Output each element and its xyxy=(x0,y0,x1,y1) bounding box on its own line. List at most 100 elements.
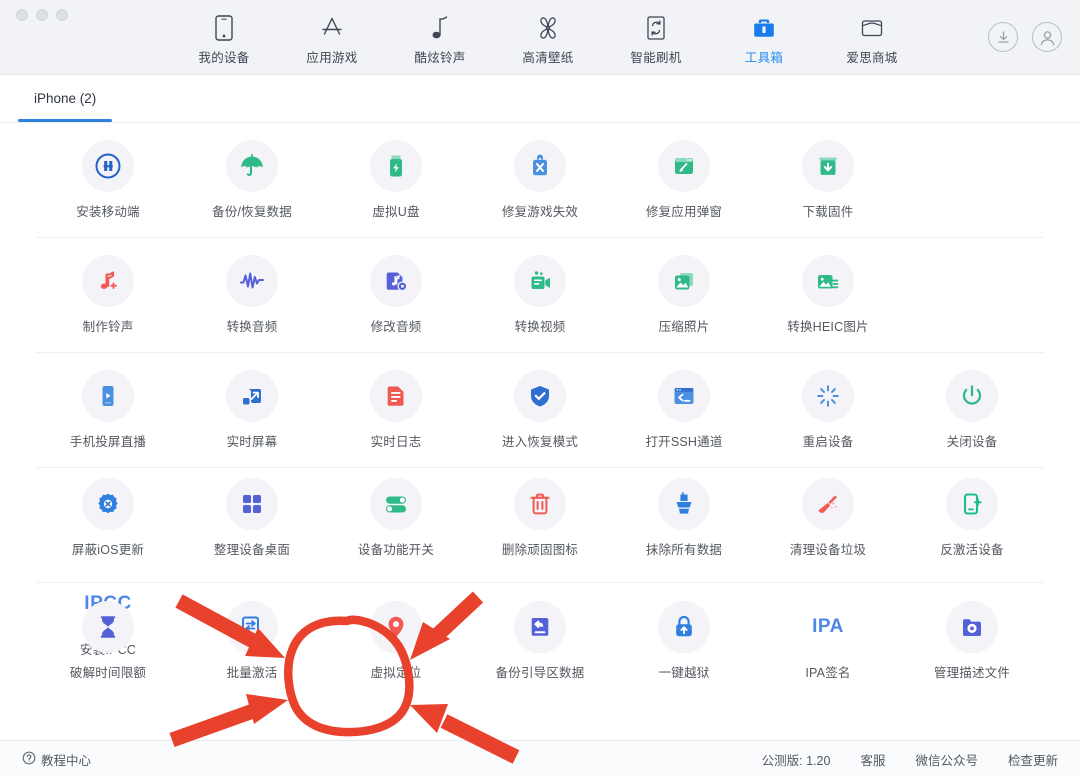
tool-compress-photo[interactable]: 压缩照片 xyxy=(612,245,756,345)
device-tab-bar: iPhone (2) xyxy=(0,75,1080,123)
tool-label: 修改音频 xyxy=(370,320,422,334)
nav-item-my-device[interactable]: 我的设备 xyxy=(170,0,278,75)
deactivate-phone-icon xyxy=(946,478,998,530)
popup-repair-icon xyxy=(658,140,710,192)
tool-realtime-log[interactable]: 实时日志 xyxy=(324,360,468,460)
tool-label: 虚拟定位 xyxy=(370,665,422,680)
tool-label: 批量激活 xyxy=(226,665,278,680)
tool-make-ringtone[interactable]: 制作铃声 xyxy=(36,245,180,345)
firmware-download-icon xyxy=(802,140,854,192)
tool-backup-restore[interactable]: 备份/恢复数据 xyxy=(180,130,324,230)
nav-item-wallpapers[interactable]: 高清壁纸 xyxy=(494,0,602,75)
tool-power-off-device[interactable]: 关闭设备 xyxy=(900,360,1044,460)
nav-item-ringtones[interactable]: 酷炫铃声 xyxy=(386,0,494,75)
top-nav-items: 我的设备 应用游戏 酷炫铃声 高清壁纸 智能刷机 工具箱 爱思商城 xyxy=(170,0,926,75)
tool-block-ios-update[interactable]: 屏蔽iOS更新 xyxy=(36,468,180,568)
tool-label: 转换视频 xyxy=(514,320,566,334)
tool-fix-app-popup[interactable]: 修复应用弹窗 xyxy=(612,130,756,230)
block-update-gear-icon xyxy=(82,478,134,530)
app-window: 我的设备 应用游戏 酷炫铃声 高清壁纸 智能刷机 工具箱 爱思商城 iPhone… xyxy=(0,0,1080,777)
tool-convert-video[interactable]: 转换视频 xyxy=(468,245,612,345)
tool-manage-profiles[interactable]: 管理描述文件 xyxy=(900,591,1044,691)
tool-enter-recovery-mode[interactable]: 进入恢复模式 xyxy=(468,360,612,460)
tool-one-click-jailbreak[interactable]: 一键越狱 xyxy=(612,591,756,691)
waveform-icon xyxy=(226,255,278,307)
tool-download-firmware[interactable]: 下载固件 xyxy=(756,130,900,230)
tool-virtual-udisk[interactable]: 虚拟U盘 xyxy=(324,130,468,230)
footer-right-links: 公测版: 1.20 客服 微信公众号 检查更新 xyxy=(762,750,1058,769)
ipa-text-icon: IPA xyxy=(812,615,844,637)
flower-icon xyxy=(533,13,563,43)
window-close-button[interactable] xyxy=(16,9,28,21)
nav-item-flash-device[interactable]: 智能刷机 xyxy=(602,0,710,75)
download-icon[interactable] xyxy=(988,22,1018,52)
tool-row: 屏蔽iOS更新 整理设备桌面 设备功能开关 删除顽固图标 抹除所有数据 清理设备… xyxy=(36,468,1044,657)
grid-squares-icon xyxy=(226,478,278,530)
batch-activate-icon xyxy=(226,600,278,653)
tool-convert-audio[interactable]: 转换音频 xyxy=(180,245,324,345)
tool-label: 修复应用弹窗 xyxy=(645,205,723,219)
nav-item-toolbox[interactable]: 工具箱 xyxy=(710,0,818,75)
tool-deactivate-device[interactable]: 反激活设备 xyxy=(900,468,1044,568)
tool-label: 破解时间限额 xyxy=(69,665,147,680)
top-navigation-bar: 我的设备 应用游戏 酷炫铃声 高清壁纸 智能刷机 工具箱 爱思商城 xyxy=(0,0,1080,75)
tool-convert-heic[interactable]: 转换HEIC图片 xyxy=(756,245,900,345)
window-minimize-button[interactable] xyxy=(36,9,48,21)
tool-label: 安装移动端 xyxy=(76,205,140,219)
tool-organize-home-screen[interactable]: 整理设备桌面 xyxy=(180,468,324,568)
tool-label: 设备功能开关 xyxy=(357,543,435,557)
tool-label: 清理设备垃圾 xyxy=(789,543,867,557)
tool-batch-activate[interactable]: 批量激活 xyxy=(180,591,324,691)
tool-backup-boot-data[interactable]: 备份引导区数据 xyxy=(468,591,612,691)
tool-virtual-location[interactable]: 虚拟定位 xyxy=(324,591,468,691)
aisi-logo-icon xyxy=(82,140,134,192)
tool-fix-game-failure[interactable]: 修复游戏失效 xyxy=(468,130,612,230)
tool-ipa-signature[interactable]: IPA IPA签名 xyxy=(756,591,900,691)
nav-label: 工具箱 xyxy=(744,51,784,65)
hourglass-icon xyxy=(82,600,134,653)
log-file-icon xyxy=(370,370,422,422)
tool-row: 制作铃声 转换音频 修改音频 转换视频 压缩照片 转换HEIC图片 xyxy=(36,238,1044,353)
tool-device-feature-switch[interactable]: 设备功能开关 xyxy=(324,468,468,568)
tool-label: 转换HEIC图片 xyxy=(787,320,869,334)
tool-label: IPA签名 xyxy=(805,665,851,680)
tool-restart-device[interactable]: 重启设备 xyxy=(756,360,900,460)
appstore-icon xyxy=(317,13,347,43)
tool-label: 下载固件 xyxy=(802,205,854,219)
tool-label: 手机投屏直播 xyxy=(69,435,147,449)
tool-label: 一键越狱 xyxy=(658,665,710,680)
power-off-icon xyxy=(946,370,998,422)
tool-label: 抹除所有数据 xyxy=(645,543,723,557)
tool-open-ssh-channel[interactable]: 打开SSH通道 xyxy=(612,360,756,460)
nav-item-apps-games[interactable]: 应用游戏 xyxy=(278,0,386,75)
nav-label: 智能刷机 xyxy=(630,51,682,65)
check-update-link[interactable]: 检查更新 xyxy=(1008,750,1058,769)
tool-label: 重启设备 xyxy=(802,435,854,449)
window-maximize-button[interactable] xyxy=(56,9,68,21)
tool-erase-all-data[interactable]: 抹除所有数据 xyxy=(612,468,756,568)
tool-crack-time-limit[interactable]: 破解时间限额 xyxy=(36,591,180,691)
music-note-icon xyxy=(425,13,455,43)
tool-label: 修复游戏失效 xyxy=(501,205,579,219)
device-tab-iphone[interactable]: iPhone (2) xyxy=(18,75,113,122)
wechat-official-account-link[interactable]: 微信公众号 xyxy=(915,750,978,769)
tool-realtime-screen[interactable]: 实时屏幕 xyxy=(180,360,324,460)
topbar-right-actions xyxy=(988,22,1062,52)
tool-screen-cast-live[interactable]: 手机投屏直播 xyxy=(36,360,180,460)
tool-label: 打开SSH通道 xyxy=(645,435,723,449)
tool-install-mobile-client[interactable]: 安装移动端 xyxy=(36,130,180,230)
tool-row: 手机投屏直播 实时屏幕 实时日志 进入恢复模式 打开SSH通道 重启设备 关闭设… xyxy=(36,353,1044,468)
user-account-icon[interactable] xyxy=(1032,22,1062,52)
umbrella-icon xyxy=(226,140,278,192)
tool-clean-device-junk[interactable]: 清理设备垃圾 xyxy=(756,468,900,568)
tool-delete-stubborn-icons[interactable]: 删除顽固图标 xyxy=(468,468,612,568)
tool-row: 安装移动端 备份/恢复数据 虚拟U盘 修复游戏失效 修复应用弹窗 下载固件 xyxy=(36,123,1044,238)
usb-flash-icon xyxy=(370,140,422,192)
tool-edit-audio[interactable]: 修改音频 xyxy=(324,245,468,345)
tutorial-center-link[interactable]: 教程中心 xyxy=(22,750,91,769)
backup-boot-icon xyxy=(514,600,566,653)
clean-broom-icon xyxy=(802,478,854,530)
nav-item-store[interactable]: 爱思商城 xyxy=(818,0,926,75)
tool-label: 关闭设备 xyxy=(946,435,998,449)
customer-service-link[interactable]: 客服 xyxy=(860,750,885,769)
